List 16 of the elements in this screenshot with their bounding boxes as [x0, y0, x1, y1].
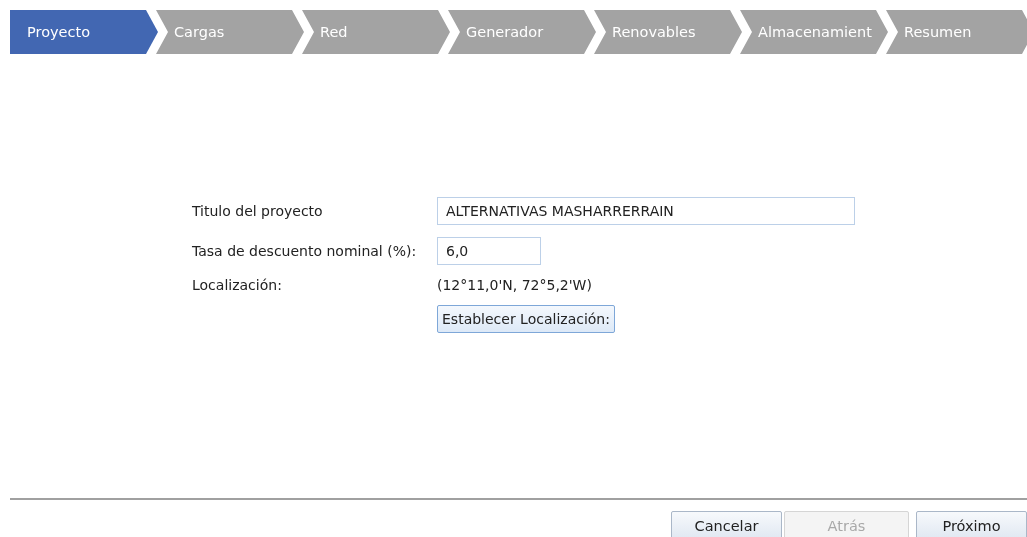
wizard-step-tab[interactable]: Almacenamient [740, 10, 888, 54]
wizard-step-tab[interactable]: Generador [448, 10, 596, 54]
input-field[interactable]: ALTERNATIVAS MASHARRERRAIN [437, 197, 855, 225]
location-value: (12°11,0'N, 72°5,2'W) [437, 277, 592, 293]
wizard-step-tab[interactable]: Proyecto [10, 10, 158, 54]
wizard-button[interactable]: Cancelar [671, 511, 782, 537]
wizard-step-tab[interactable]: Renovables [594, 10, 742, 54]
wizard-step-tab[interactable]: Cargas [156, 10, 304, 54]
wizard-button[interactable]: Próximo [916, 511, 1027, 537]
set-location-button[interactable]: Establecer Localización: [437, 305, 615, 333]
input-field[interactable]: 6,0 [437, 237, 541, 265]
wizard-step-tab[interactable]: Red [302, 10, 450, 54]
field-label: Localización: [192, 277, 282, 293]
field-label: Tasa de descuento nominal (%): [192, 243, 417, 259]
field-label: Titulo del proyecto [192, 203, 323, 219]
wizard-step-tab[interactable]: Resumen [886, 10, 1027, 54]
